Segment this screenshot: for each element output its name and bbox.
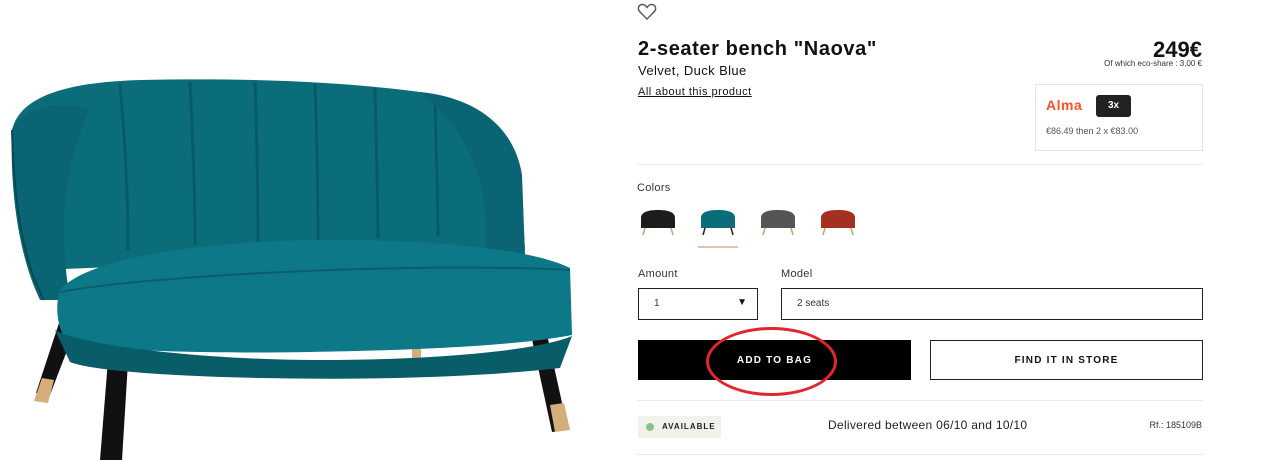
model-value: 2 seats [797,298,830,309]
product-title: 2-seater bench "Naova" [638,38,877,60]
alma-installment-text: €86.49 then 2 x €83.00 [1046,126,1139,136]
amount-value: 1 [654,298,660,309]
color-swatch-duck-blue[interactable] [698,204,738,238]
alma-installment-box[interactable]: Alma 3x €86.49 then 2 x €83.00 [1035,84,1203,151]
selected-color-indicator [698,246,738,248]
alma-logo: Alma [1046,97,1083,113]
product-subtitle: Velvet, Duck Blue [638,63,747,78]
divider [637,454,1203,455]
divider [637,400,1203,401]
amount-label: Amount [638,268,678,280]
product-image [11,79,573,460]
product-reference: Rf.: 185109B [1149,420,1202,430]
find-in-store-button[interactable]: FIND IT IN STORE [930,340,1203,380]
delivery-info: Delivered between 06/10 and 10/10 [828,418,1028,432]
amount-select[interactable]: 1 ▼ [638,288,758,320]
caret-down-icon: ▼ [737,297,747,308]
divider [637,164,1203,165]
color-swatch-grey[interactable] [758,204,798,238]
heart-icon[interactable] [637,2,657,22]
model-label: Model [781,268,813,280]
availability-badge: AVAILABLE [638,416,721,438]
color-swatch-red[interactable] [818,204,858,238]
color-swatch-black[interactable] [638,204,678,238]
alma-installment-badge[interactable]: 3x [1096,95,1131,117]
add-to-bag-button[interactable]: ADD TO BAG [638,340,911,380]
eco-share-note: Of which eco-share : 3,00 € [1104,59,1202,68]
colors-label: Colors [637,182,671,194]
model-select[interactable]: 2 seats [781,288,1203,320]
status-dot-icon [646,423,654,431]
about-product-link[interactable]: All about this product [638,86,752,98]
availability-text: AVAILABLE [662,422,716,431]
